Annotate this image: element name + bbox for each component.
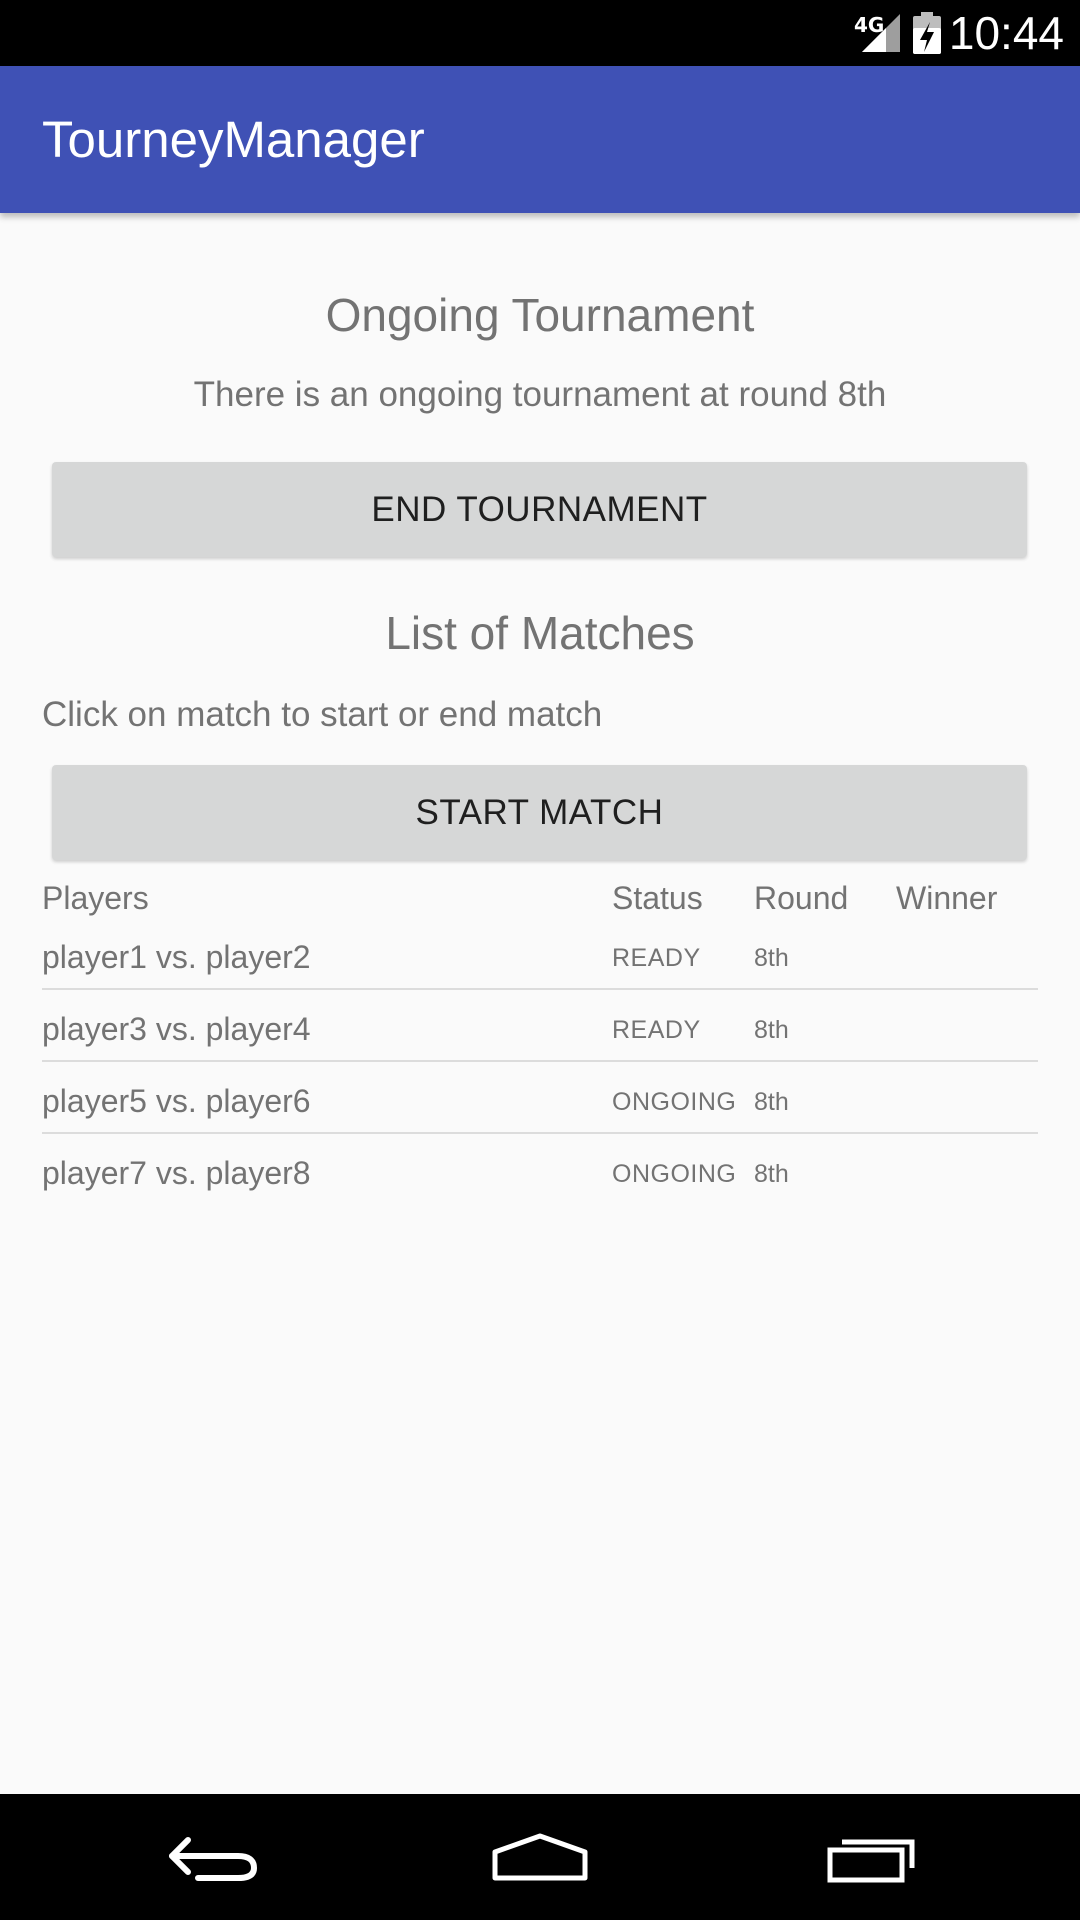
match-players: player3 vs. player4 (42, 1011, 311, 1047)
match-round: 8th (754, 1016, 789, 1044)
network-label: 4G (854, 13, 884, 37)
battery-icon (913, 12, 941, 54)
status-bar: 4G 10:44 (0, 0, 1080, 66)
match-players: player5 vs. player6 (42, 1083, 311, 1119)
match-players: player7 vs. player8 (42, 1155, 311, 1191)
match-status: READY (612, 944, 701, 972)
app-title: TourneyManager (42, 111, 425, 168)
match-status: ONGOING (612, 1160, 737, 1188)
navigation-bar (0, 1794, 1080, 1920)
match-round: 8th (754, 1088, 789, 1116)
home-icon[interactable] (485, 1822, 595, 1892)
match-status: READY (612, 1016, 701, 1044)
match-row[interactable]: player3 vs. player4 READY 8th (42, 1000, 1038, 1072)
signal-icon: 4G (854, 13, 900, 52)
back-icon[interactable] (158, 1822, 268, 1892)
column-header-round: Round (754, 880, 849, 916)
matches-table-header: Players Status Round Winner (0, 876, 1080, 920)
match-row[interactable]: player5 vs. player6 ONGOING 8th (42, 1072, 1038, 1144)
row-divider (42, 1060, 1038, 1062)
ongoing-tournament-description: There is an ongoing tournament at round … (193, 375, 887, 414)
clock: 10:44 (948, 7, 1064, 59)
match-round: 8th (754, 1160, 789, 1188)
column-header-status: Status (612, 880, 703, 916)
match-players: player1 vs. player2 (42, 939, 311, 975)
match-round: 8th (754, 944, 789, 972)
recent-apps-icon[interactable] (816, 1822, 926, 1892)
row-divider (42, 1132, 1038, 1134)
match-row[interactable]: player7 vs. player8 ONGOING 8th (42, 1144, 1038, 1216)
main-content: Ongoing Tournament There is an ongoing t… (0, 213, 1080, 1794)
matches-hint: Click on match to start or end match (42, 695, 603, 734)
app-bar: TourneyManager (0, 66, 1080, 213)
match-status: ONGOING (612, 1088, 737, 1116)
match-row[interactable]: player1 vs. player2 READY 8th (42, 928, 1038, 1000)
ongoing-tournament-heading: Ongoing Tournament (325, 289, 755, 341)
row-divider (42, 988, 1038, 990)
column-header-players: Players (42, 880, 149, 916)
end-tournament-button[interactable]: END TOURNAMENT (52, 462, 1027, 557)
column-header-winner: Winner (896, 880, 998, 916)
list-of-matches-heading: List of Matches (385, 607, 695, 659)
start-match-button[interactable]: START MATCH (52, 765, 1027, 860)
